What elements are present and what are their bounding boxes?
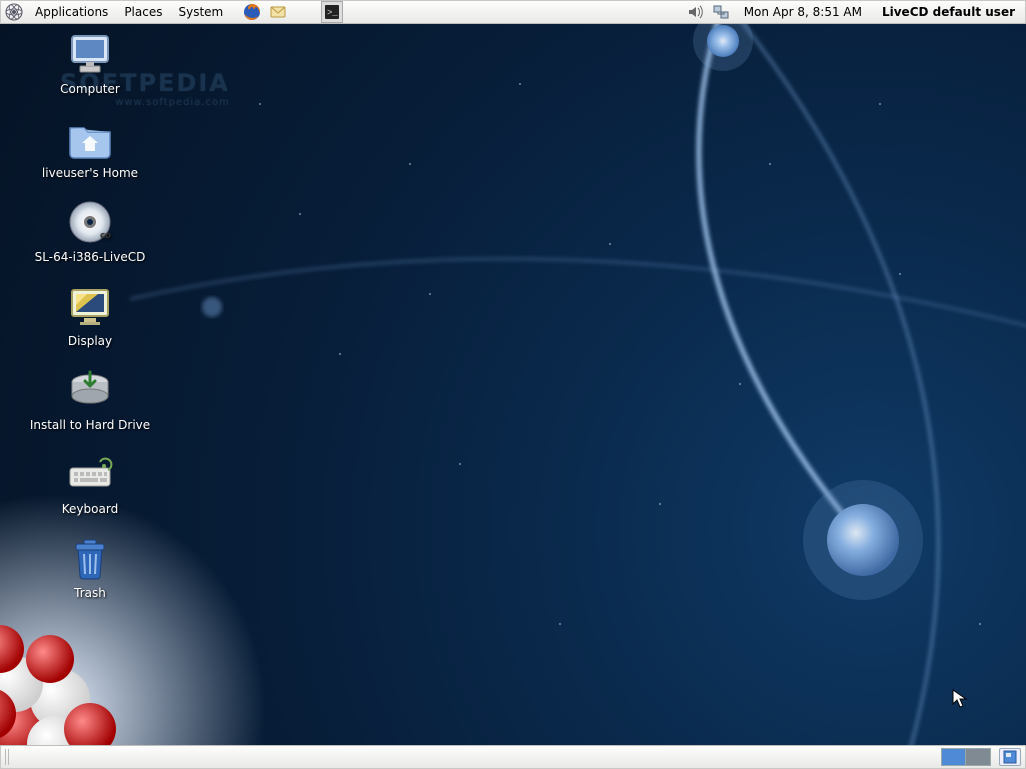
- home-folder-icon: [66, 114, 114, 162]
- desktop-icon-keyboard[interactable]: Keyboard: [15, 450, 165, 516]
- mouse-cursor-icon: [952, 689, 968, 709]
- distro-logo-icon[interactable]: [3, 1, 25, 23]
- desktop-icon-label: liveuser's Home: [42, 166, 138, 180]
- desktop-icon-label: Display: [68, 334, 112, 348]
- top-panel: Applications Places System >_ Mon Apr 8,…: [0, 0, 1026, 24]
- desktop-icon-home[interactable]: liveuser's Home: [15, 114, 165, 180]
- workspace-1[interactable]: [942, 749, 966, 765]
- computer-icon: [66, 30, 114, 78]
- desktop-icon-computer[interactable]: Computer: [15, 30, 165, 96]
- desktop-icon-display[interactable]: Display: [15, 282, 165, 348]
- desktop-icon-trash[interactable]: Trash: [15, 534, 165, 600]
- trash-icon: [66, 534, 114, 582]
- show-desktop-button[interactable]: [999, 748, 1021, 766]
- user-menu[interactable]: LiveCD default user: [872, 5, 1025, 19]
- desktop-icon-livecd[interactable]: CD SL-64-i386-LiveCD: [15, 198, 165, 264]
- menu-label: Applications: [35, 5, 108, 19]
- disc-icon: CD: [66, 198, 114, 246]
- panel-grip-icon[interactable]: [5, 749, 11, 765]
- desktop-icon-label: Computer: [60, 82, 120, 96]
- clock[interactable]: Mon Apr 8, 8:51 AM: [734, 5, 872, 19]
- desktop-icon-install[interactable]: Install to Hard Drive: [15, 366, 165, 432]
- workspace-switcher[interactable]: [941, 748, 991, 766]
- menu-applications[interactable]: Applications: [27, 1, 116, 23]
- menu-places[interactable]: Places: [116, 1, 170, 23]
- wallpaper-molecule-icon: [0, 589, 160, 769]
- bottom-panel: [0, 745, 1026, 769]
- menu-label: Places: [124, 5, 162, 19]
- email-launcher-icon[interactable]: [267, 1, 289, 23]
- workspace-2[interactable]: [966, 749, 990, 765]
- hard-drive-install-icon: [66, 366, 114, 414]
- volume-icon[interactable]: [684, 1, 706, 23]
- desktop-icon-label: Trash: [74, 586, 106, 600]
- terminal-launcher-icon[interactable]: >_: [321, 1, 343, 23]
- desktop-icon-label: Install to Hard Drive: [30, 418, 150, 432]
- desktop-icon-label: SL-64-i386-LiveCD: [35, 250, 146, 264]
- svg-text:CD: CD: [100, 232, 111, 240]
- firefox-launcher-icon[interactable]: [241, 1, 263, 23]
- menu-label: System: [178, 5, 223, 19]
- desktop-icon-label: Keyboard: [62, 502, 118, 516]
- display-icon: [66, 282, 114, 330]
- menu-system[interactable]: System: [170, 1, 231, 23]
- svg-text:>_: >_: [327, 8, 338, 18]
- network-icon[interactable]: [710, 1, 732, 23]
- desktop-icons-area: Computer liveuser's Home CD SL-64-i386-L…: [0, 30, 180, 600]
- keyboard-icon: [66, 450, 114, 498]
